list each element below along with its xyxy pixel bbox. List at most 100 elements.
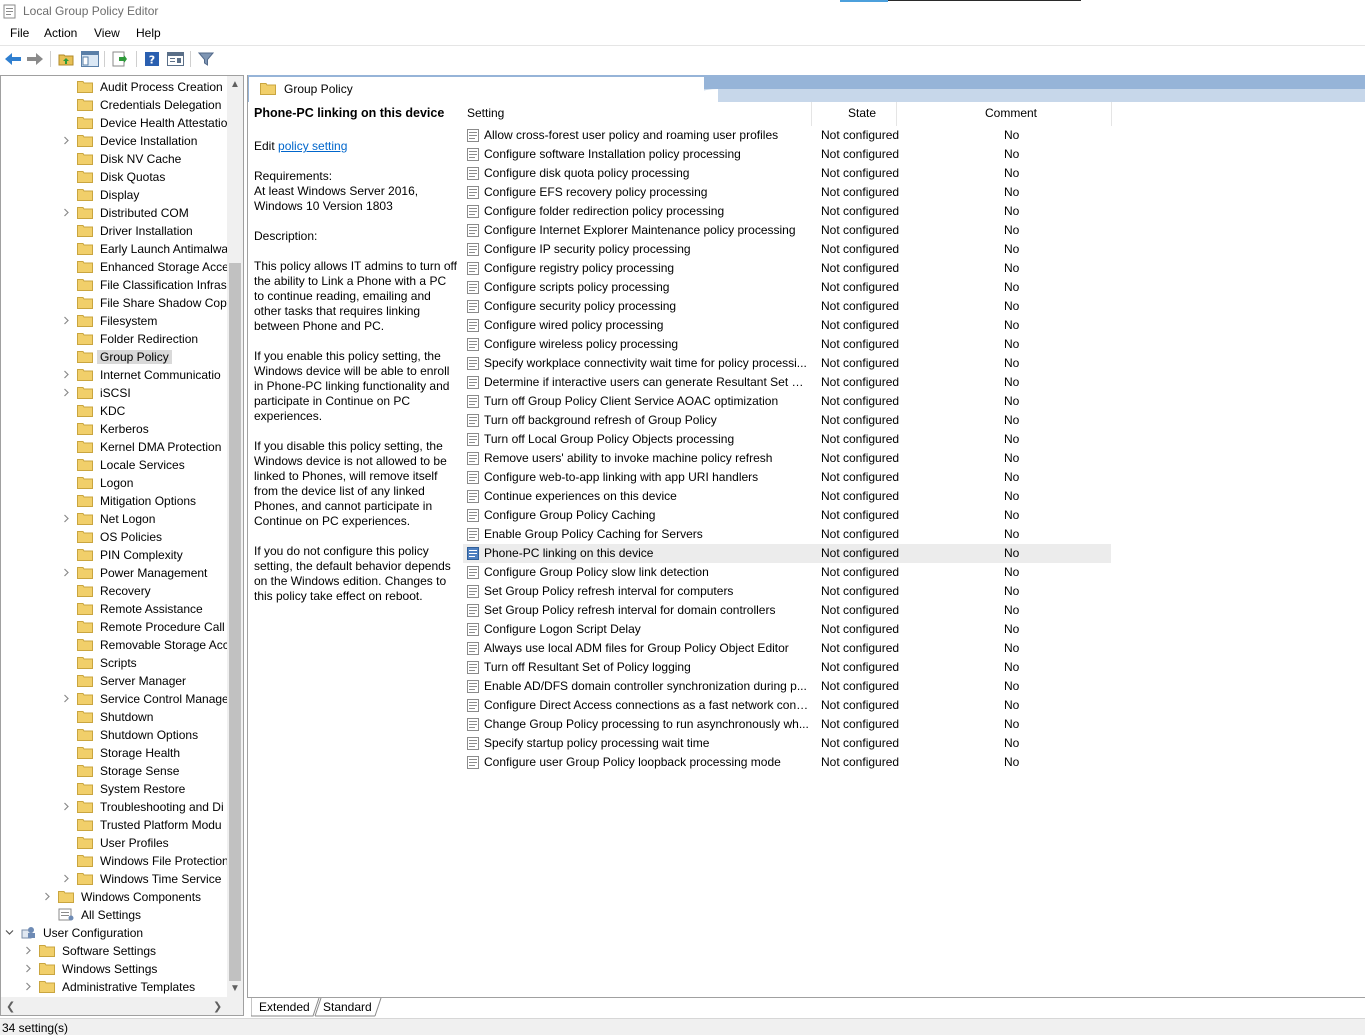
tree-item[interactable]: KDC (1, 402, 227, 420)
chevron-right-icon[interactable] (62, 568, 71, 577)
table-row[interactable]: Allow cross-forest user policy and roami… (463, 126, 1111, 145)
chevron-right-icon[interactable] (62, 316, 71, 325)
chevron-right-icon[interactable] (43, 892, 52, 901)
tree-item[interactable]: Shutdown (1, 708, 227, 726)
back-icon[interactable] (4, 50, 22, 68)
tree-item[interactable]: Windows Time Service (1, 870, 227, 888)
menu-file[interactable]: File (8, 26, 31, 40)
chevron-right-icon[interactable] (62, 388, 71, 397)
tree-item[interactable]: Trusted Platform Modu (1, 816, 227, 834)
column-divider[interactable] (1111, 102, 1112, 126)
tree-item[interactable]: User Profiles (1, 834, 227, 852)
tree-item[interactable]: Folder Redirection (1, 330, 227, 348)
tree-item[interactable]: OS Policies (1, 528, 227, 546)
table-row[interactable]: Set Group Policy refresh interval for do… (463, 601, 1111, 620)
table-row[interactable]: Configure EFS recovery policy processing… (463, 183, 1111, 202)
table-row[interactable]: Configure web-to-app linking with app UR… (463, 468, 1111, 487)
table-row[interactable]: Configure IP security policy processing N… (463, 240, 1111, 259)
tree-item[interactable]: Scripts (1, 654, 227, 672)
table-row[interactable]: Determine if interactive users can gener… (463, 373, 1111, 392)
tree-item[interactable]: Remote Procedure Call (1, 618, 227, 636)
tree-item[interactable]: Distributed COM (1, 204, 227, 222)
scroll-up-icon[interactable]: ▲ (230, 80, 240, 90)
table-row[interactable]: Configure software Installation policy p… (463, 145, 1111, 164)
tree-item[interactable]: File Share Shadow Copy (1, 294, 233, 312)
column-divider[interactable] (811, 102, 812, 126)
table-row[interactable]: Set Group Policy refresh interval for co… (463, 582, 1111, 601)
tree-item[interactable]: Device Health Attestatio (1, 114, 227, 132)
table-row[interactable]: Remove users' ability to invoke machine … (463, 449, 1111, 468)
chevron-right-icon[interactable] (62, 802, 71, 811)
tree-item[interactable]: Windows Components (1, 888, 227, 906)
tree-item[interactable]: Disk Quotas (1, 168, 227, 186)
chevron-right-icon[interactable] (62, 874, 71, 883)
tree-item[interactable]: Shutdown Options (1, 726, 227, 744)
forward-icon[interactable] (26, 50, 44, 68)
column-setting[interactable]: Setting (467, 106, 504, 120)
table-row[interactable]: Configure registry policy processing Not … (463, 259, 1111, 278)
tree-item[interactable]: iSCSI (1, 384, 227, 402)
table-row[interactable]: Configure security policy processing Not … (463, 297, 1111, 316)
tree-item[interactable]: Software Settings (1, 942, 227, 960)
tree-item[interactable]: Device Installation (1, 132, 227, 150)
tree-item[interactable]: Power Management (1, 564, 227, 582)
tree-item[interactable]: Net Logon (1, 510, 227, 528)
table-row[interactable]: Turn off background refresh of Group Pol… (463, 411, 1111, 430)
table-row[interactable]: Always use local ADM files for Group Pol… (463, 639, 1111, 658)
tree-horizontal-scrollbar[interactable]: ❮ ❯ (1, 997, 243, 1015)
table-row[interactable]: Configure Group Policy slow link detecti… (463, 563, 1111, 582)
tree-item[interactable]: Storage Health (1, 744, 227, 762)
table-row[interactable]: Enable AD/DFS domain controller synchron… (463, 677, 1111, 696)
table-row[interactable]: Configure scripts policy processing Not c… (463, 278, 1111, 297)
tree-item[interactable]: Locale Services (1, 456, 227, 474)
tree-item[interactable]: Windows File Protection (1, 852, 229, 870)
table-row[interactable]: Change Group Policy processing to run as… (463, 715, 1111, 734)
tree-item[interactable]: Remote Assistance (1, 600, 227, 618)
table-row[interactable]: Configure Group Policy Caching Not config… (463, 506, 1111, 525)
table-row[interactable]: Configure wireless policy processing Not … (463, 335, 1111, 354)
show-hide-tree-icon[interactable] (81, 50, 99, 68)
tab-standard[interactable]: Standard (323, 1000, 372, 1014)
tree-item[interactable]: File Classification Infras (1, 276, 227, 294)
column-state[interactable]: State (848, 106, 876, 120)
table-row[interactable]: Configure Internet Explorer Maintenance … (463, 221, 1111, 240)
table-row[interactable]: Continue experiences on this device Not c… (463, 487, 1111, 506)
scroll-right-icon[interactable]: ❯ (213, 1000, 223, 1013)
table-row[interactable]: Enable Group Policy Caching for Servers N… (463, 525, 1111, 544)
up-folder-icon[interactable] (57, 50, 75, 68)
table-row[interactable]: Configure Logon Script Delay Not configur… (463, 620, 1111, 639)
tree-item[interactable]: Audit Process Creation (1, 78, 227, 96)
filter-icon[interactable] (197, 50, 215, 68)
tree-item[interactable]: Driver Installation (1, 222, 227, 240)
table-row[interactable]: Phone-PC linking on this device Not confi… (463, 544, 1111, 563)
tree-item[interactable]: Service Control Manage (1, 690, 229, 708)
table-row[interactable]: Configure wired policy processing Not con… (463, 316, 1111, 335)
table-row[interactable]: Configure Direct Access connections as a… (463, 696, 1111, 715)
tree-item[interactable]: Enhanced Storage Acce (1, 258, 229, 276)
table-row[interactable]: Configure user Group Policy loopback pro… (463, 753, 1111, 772)
tab-extended[interactable]: Extended (259, 1000, 310, 1014)
tree-item[interactable]: Early Launch Antimalwa (1, 240, 228, 258)
chevron-right-icon[interactable] (62, 694, 71, 703)
table-row[interactable]: Turn off Local Group Policy Objects proc… (463, 430, 1111, 449)
scroll-down-icon[interactable]: ▼ (230, 984, 240, 994)
help-icon[interactable]: ? (143, 50, 161, 68)
edit-policy-setting-link[interactable]: policy setting (278, 139, 347, 153)
scroll-left-icon[interactable]: ❮ (6, 1000, 16, 1013)
chevron-right-icon[interactable] (24, 946, 33, 955)
chevron-right-icon[interactable] (62, 370, 71, 379)
tree-item[interactable]: User Configuration (1, 924, 227, 942)
table-row[interactable]: Specify workplace connectivity wait time… (463, 354, 1111, 373)
properties-icon[interactable] (166, 50, 184, 68)
tree-item[interactable]: PIN Complexity (1, 546, 227, 564)
tree-item[interactable]: Credentials Delegation (1, 96, 227, 114)
chevron-right-icon[interactable] (62, 514, 71, 523)
table-row[interactable]: Turn off Resultant Set of Policy logging… (463, 658, 1111, 677)
tree-item[interactable]: Windows Settings (1, 960, 227, 978)
scrollbar-thumb[interactable] (229, 263, 241, 981)
tree-item[interactable]: Logon (1, 474, 227, 492)
chevron-right-icon[interactable] (24, 982, 33, 991)
console-tree[interactable]: Audit Process Creation Credentials Delega… (0, 75, 244, 1016)
tree-item[interactable]: Removable Storage Acc (1, 636, 229, 654)
column-comment[interactable]: Comment (985, 106, 1037, 120)
